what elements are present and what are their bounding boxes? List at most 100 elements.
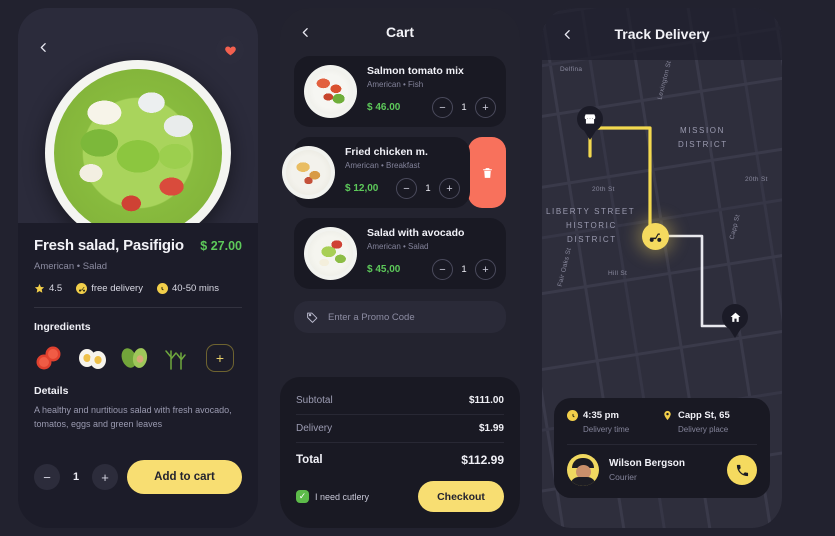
delivery-time-value: 4:35 pm — [583, 410, 619, 421]
map-label: DISTRICT — [567, 235, 617, 244]
decrease-quantity-button[interactable]: − — [432, 97, 453, 118]
cart-item-category: American • Salad — [367, 242, 429, 251]
track-header: Track Delivery — [542, 8, 782, 60]
delivery-fee-meta: free delivery — [76, 283, 143, 294]
cart-summary: Subtotal $111.00 Delivery $1.99 Total $1… — [280, 377, 520, 528]
summary-divider — [296, 442, 504, 443]
back-button-cart[interactable] — [294, 21, 316, 43]
cart-item-price: $ 46.00 — [367, 102, 401, 113]
avatar — [567, 454, 599, 486]
decrease-quantity-button[interactable]: − — [34, 464, 60, 490]
dish-category: American • Salad — [34, 261, 108, 272]
courier-name: Wilson Bergson — [609, 458, 686, 469]
total-label: Total — [296, 454, 323, 466]
delivery-map[interactable]: Delfina Lexington St MISSION DISTRICT 20… — [542, 8, 782, 528]
cart-item-row[interactable]: Salmon tomato mix American • Fish $ 46.0… — [294, 56, 506, 127]
phone-screen-dish-detail: Fresh salad, Pasifigio $ 27.00 American … — [18, 8, 258, 528]
increase-quantity-button[interactable]: + — [475, 259, 496, 280]
quantity-value: 1 — [461, 102, 467, 113]
cart-item-price: $ 45,00 — [367, 264, 401, 275]
salmon-tomato-thumb — [304, 65, 357, 118]
cart-footer: ✓ I need cutlery Checkout — [296, 481, 504, 512]
map-label: LIBERTY STREET — [546, 207, 636, 216]
summary-divider — [296, 414, 504, 415]
map-label: MISSION — [680, 126, 725, 135]
cart-item-row[interactable]: Fried chicken m. American • Breakfast $ … — [282, 137, 470, 208]
checkmark-icon: ✓ — [296, 490, 309, 503]
heart-icon — [224, 45, 236, 55]
dish-meta-row: 4.5 free delivery 40-50 mins — [34, 283, 242, 294]
cart-item-quantity: − 1 + — [432, 259, 496, 280]
track-title: Track Delivery — [614, 26, 710, 42]
herb-icon — [163, 345, 193, 371]
add-to-cart-button[interactable]: Add to cart — [127, 460, 242, 494]
trash-icon — [482, 167, 492, 178]
store-pin-icon[interactable] — [577, 106, 603, 140]
decrease-quantity-button[interactable]: − — [396, 178, 417, 199]
dish-bottom-bar: − 1 + Add to cart — [18, 460, 258, 494]
cart-item-quantity: − 1 + — [396, 178, 460, 199]
phone-screen-cart: Cart Salmon tomato mix American • Fish $… — [280, 8, 520, 528]
cart-title: Cart — [385, 24, 414, 40]
quantity-value: 1 — [425, 183, 431, 194]
increase-quantity-button[interactable]: + — [92, 464, 118, 490]
cart-item-price: $ 12,00 — [345, 183, 379, 194]
increase-quantity-button[interactable]: + — [475, 97, 496, 118]
delivery-fee-label: free delivery — [91, 283, 143, 294]
promo-code-input[interactable]: Enter a Promo Code — [294, 301, 506, 333]
map-label: 20th St — [745, 176, 768, 183]
tag-icon — [307, 312, 318, 323]
star-icon — [34, 283, 45, 293]
salad-avocado-thumb — [304, 227, 357, 280]
phone-screen-track-delivery: Delfina Lexington St MISSION DISTRICT 20… — [542, 8, 782, 528]
dish-hero — [18, 8, 258, 223]
dish-price: $ 27.00 — [200, 239, 242, 253]
card-divider — [567, 444, 757, 445]
increase-quantity-button[interactable]: + — [439, 178, 460, 199]
location-pin-icon — [664, 410, 671, 421]
delete-item-button[interactable] — [468, 137, 506, 208]
dish-title: Fresh salad, Pasifigio — [34, 237, 184, 254]
cart-items-list: Salmon tomato mix American • Fish $ 46.0… — [280, 56, 520, 289]
back-button-track[interactable] — [556, 23, 578, 45]
back-button-detail[interactable] — [32, 36, 54, 58]
call-courier-button[interactable] — [727, 455, 757, 485]
courier-role: Courier — [609, 472, 637, 482]
eta-label: 40-50 mins — [171, 283, 219, 294]
decrease-quantity-button[interactable]: − — [432, 259, 453, 280]
details-text: A healthy and nurtitious salad with fres… — [34, 405, 232, 429]
delivery-row: Delivery $1.99 — [296, 418, 504, 439]
subtotal-row: Subtotal $111.00 — [296, 390, 504, 411]
cart-item-swipe-container: Fried chicken m. American • Breakfast $ … — [282, 137, 506, 208]
cutlery-checkbox[interactable]: ✓ I need cutlery — [296, 490, 369, 503]
ingredients-list: + — [34, 344, 242, 372]
delivery-time-label: Delivery time — [583, 425, 630, 434]
quantity-value: 1 — [461, 264, 467, 275]
cart-item-row[interactable]: Salad with avocado American • Salad $ 45… — [294, 218, 506, 289]
home-pin-icon[interactable] — [722, 304, 748, 338]
delivery-place-label: Delivery place — [678, 425, 729, 434]
cutlery-label: I need cutlery — [315, 491, 370, 502]
delivery-place-value: Capp St, 65 — [678, 410, 730, 421]
detail-divider — [34, 307, 242, 308]
cart-item-quantity: − 1 + — [432, 97, 496, 118]
promo-code-placeholder: Enter a Promo Code — [328, 311, 415, 323]
favorite-button[interactable] — [216, 36, 244, 64]
cart-header: Cart — [280, 8, 520, 56]
delivery-value: $1.99 — [478, 423, 504, 434]
egg-icon — [77, 345, 107, 371]
delivery-place-block: Capp St, 65 Delivery place — [662, 410, 757, 434]
phone-icon — [736, 464, 748, 476]
map-label: Hill St — [608, 270, 628, 277]
cart-item-name: Fried chicken m. — [345, 146, 428, 158]
add-ingredient-button[interactable]: + — [206, 344, 234, 372]
ingredients-title: Ingredients — [34, 321, 91, 333]
fried-chicken-thumb — [282, 146, 335, 199]
scooter-badge-icon — [76, 283, 88, 294]
cart-item-category: American • Breakfast — [345, 161, 420, 170]
checkout-button[interactable]: Checkout — [418, 481, 504, 512]
delivery-info-card: 4:35 pm Delivery time Capp St, 65 Delive… — [554, 398, 770, 498]
delivery-time-block: 4:35 pm Delivery time — [567, 410, 662, 434]
scooter-icon[interactable] — [642, 223, 669, 250]
avocado-icon — [120, 345, 150, 371]
